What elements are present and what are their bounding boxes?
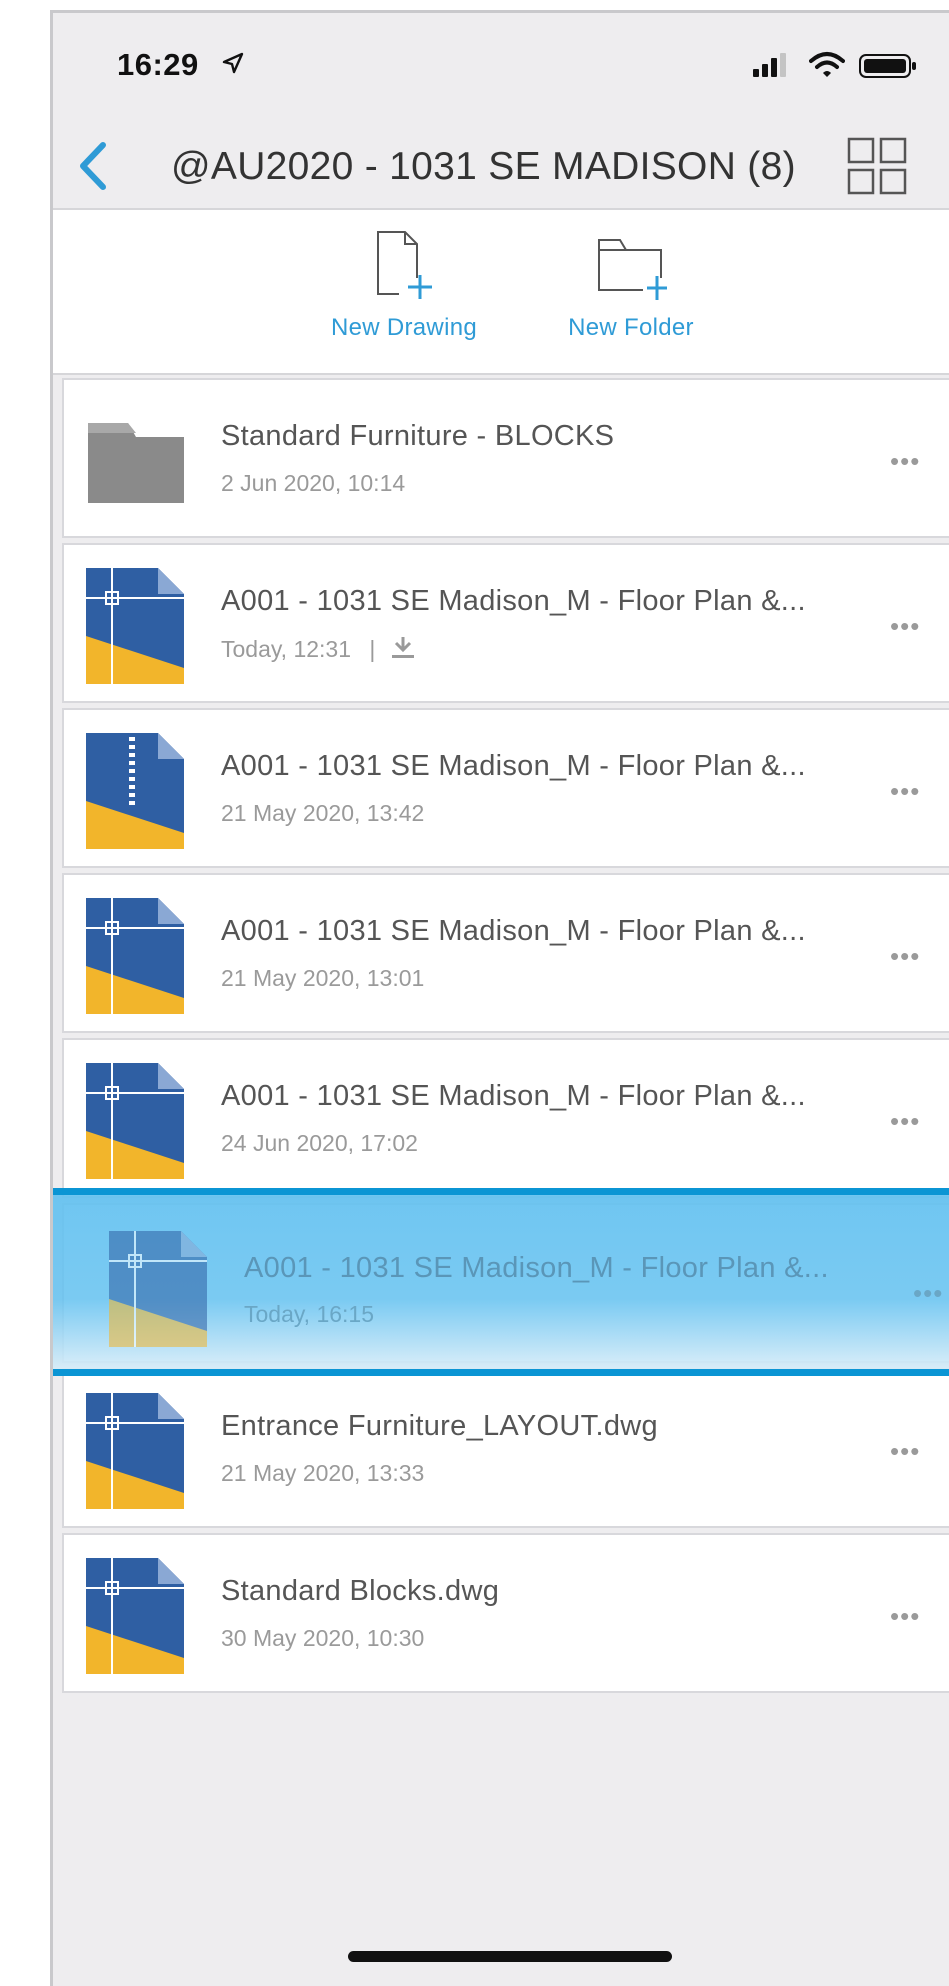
home-indicator[interactable]	[348, 1951, 672, 1962]
battery-icon	[859, 53, 919, 84]
file-name: Standard Blocks.dwg	[221, 1575, 500, 1607]
new-folder-button[interactable]: New Folder	[531, 230, 731, 342]
date-separator: |	[369, 636, 376, 663]
status-bar: 16:29	[53, 13, 949, 83]
dwg-zip-file-icon	[86, 733, 186, 854]
action-bar: New Drawing New Folder	[53, 210, 949, 375]
new-drawing-icon	[377, 231, 439, 299]
file-name: Standard Furniture - BLOCKS	[221, 420, 615, 452]
dragged-list-item[interactable]: A001 - 1031 SE Madison_M - Floor Plan &.…	[53, 1188, 949, 1376]
chevron-left-icon	[80, 142, 106, 190]
file-date: Today, 12:31 |	[221, 635, 418, 667]
dwg-file-icon	[86, 898, 186, 1019]
new-drawing-button[interactable]: New Drawing	[304, 230, 504, 342]
file-date: 30 May 2020, 10:30	[221, 1625, 425, 1651]
more-options-button[interactable]: •••	[890, 446, 920, 477]
dwg-file-icon	[86, 1558, 186, 1679]
dwg-file-icon	[86, 1393, 186, 1514]
new-drawing-label: New Drawing	[330, 314, 477, 341]
list-item[interactable]: A001 - 1031 SE Madison_M - Floor Plan &.…	[62, 1038, 949, 1198]
dwg-file-icon	[86, 568, 186, 689]
signal-icon	[753, 53, 793, 82]
more-options-button[interactable]: •••	[913, 1278, 943, 1309]
list-item[interactable]: A001 - 1031 SE Madison_M - Floor Plan &.…	[62, 873, 949, 1033]
file-name: A001 - 1031 SE Madison_M - Floor Plan &.…	[221, 915, 806, 947]
dwg-file-icon	[109, 1231, 209, 1352]
file-date: 21 May 2020, 13:01	[221, 965, 425, 991]
new-folder-icon	[598, 239, 671, 300]
file-name: A001 - 1031 SE Madison_M - Floor Plan &.…	[221, 1080, 806, 1112]
downloaded-icon	[388, 635, 418, 667]
status-time: 16:29	[117, 47, 199, 82]
grid-view-icon	[847, 137, 907, 195]
dwg-file-icon	[86, 1063, 186, 1184]
file-date: 24 Jun 2020, 17:02	[221, 1130, 418, 1156]
file-name: A001 - 1031 SE Madison_M - Floor Plan &.…	[221, 750, 806, 782]
list-item[interactable]: Standard Blocks.dwg 30 May 2020, 10:30 •…	[62, 1533, 949, 1693]
more-options-button[interactable]: •••	[890, 776, 920, 807]
file-date: 2 Jun 2020, 10:14	[221, 470, 406, 496]
file-date-text: Today, 12:31	[221, 636, 352, 663]
file-name: A001 - 1031 SE Madison_M - Floor Plan &.…	[244, 1252, 829, 1284]
nav-bar: @AU2020 - 1031 SE MADISON (8)	[53, 105, 949, 215]
wifi-icon	[809, 51, 845, 84]
file-name: A001 - 1031 SE Madison_M - Floor Plan &.…	[221, 585, 806, 617]
list-item[interactable]: A001 - 1031 SE Madison_M - Floor Plan &.…	[62, 543, 949, 703]
app-window: 16:29 @AU2020 - 1031 SE MADISON (8) New …	[50, 10, 949, 1986]
list-item[interactable]: Standard Furniture - BLOCKS 2 Jun 2020, …	[62, 378, 949, 538]
new-folder-label: New Folder	[568, 314, 694, 341]
more-options-button[interactable]: •••	[890, 611, 920, 642]
grid-view-button[interactable]	[847, 137, 907, 200]
folder-icon	[86, 403, 186, 524]
file-name: Entrance Furniture_LAYOUT.dwg	[221, 1410, 658, 1442]
more-options-button[interactable]: •••	[890, 1106, 920, 1137]
more-options-button[interactable]: •••	[890, 941, 920, 972]
file-date: 21 May 2020, 13:42	[221, 800, 425, 826]
more-options-button[interactable]: •••	[890, 1436, 920, 1467]
more-options-button[interactable]: •••	[890, 1601, 920, 1632]
file-date: 21 May 2020, 13:33	[221, 1460, 425, 1486]
list-item[interactable]: Entrance Furniture_LAYOUT.dwg 21 May 202…	[62, 1368, 949, 1528]
file-date: Today, 16:15	[244, 1301, 375, 1327]
location-arrow-icon	[221, 51, 245, 80]
page-title: @AU2020 - 1031 SE MADISON (8)	[171, 145, 796, 188]
back-button[interactable]	[77, 141, 109, 196]
list-item[interactable]: A001 - 1031 SE Madison_M - Floor Plan &.…	[62, 708, 949, 868]
